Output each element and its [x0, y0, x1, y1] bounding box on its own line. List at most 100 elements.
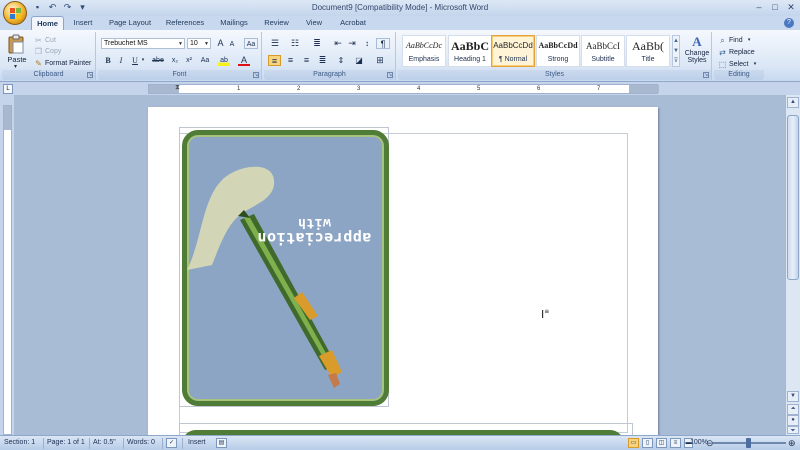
style-heading-1[interactable]: AaBbC Heading 1	[448, 35, 492, 67]
full-screen-reading-icon[interactable]: ▯	[642, 438, 653, 448]
scroll-up-icon[interactable]: ▲	[673, 36, 679, 46]
maximize-icon[interactable]: □	[770, 2, 780, 12]
previous-page-button[interactable]: ⏶	[787, 404, 799, 415]
minimize-icon[interactable]: –	[754, 2, 764, 12]
scroll-down-button[interactable]: ▼	[787, 391, 799, 402]
paste-icon[interactable]	[7, 34, 25, 54]
proofing-icon[interactable]: ✓	[166, 438, 177, 448]
vertical-scrollbar[interactable]: ▲ ▼ ⏶ ● ⏷	[785, 95, 800, 435]
subscript-button[interactable]: x₂	[169, 55, 181, 66]
bullets-icon[interactable]: ☰	[268, 38, 282, 49]
vertical-ruler[interactable]	[0, 95, 14, 435]
change-styles-button[interactable]: A Change Styles	[683, 34, 711, 64]
zoom-slider-thumb[interactable]	[746, 438, 751, 448]
scrollbar-thumb[interactable]	[787, 115, 799, 280]
grow-font-button[interactable]: A	[215, 38, 226, 49]
styles-launcher-icon[interactable]: ↘	[703, 72, 709, 78]
style-strong[interactable]: AaBbCcDd Strong	[536, 35, 580, 67]
close-icon[interactable]: ✕	[786, 2, 796, 12]
next-page-button[interactable]: ⏷	[787, 426, 799, 434]
increase-indent-icon[interactable]: ⇥	[346, 38, 358, 49]
line-spacing-icon[interactable]: ⇕	[334, 55, 348, 66]
font-name-dropdown-icon[interactable]: ▼	[178, 39, 183, 49]
clipboard-launcher-icon[interactable]: ↘	[87, 72, 93, 78]
tab-mailings[interactable]: Mailings	[214, 16, 254, 30]
decrease-indent-icon[interactable]: ⇤	[332, 38, 344, 49]
macro-recording-icon[interactable]: ▤	[216, 438, 227, 448]
justify-icon[interactable]: ≣	[316, 55, 329, 66]
office-button[interactable]	[3, 1, 27, 25]
numbering-icon[interactable]: ☷	[288, 38, 302, 49]
select-browse-object-button[interactable]: ●	[787, 415, 799, 426]
format-painter-button[interactable]: ✎ Format Painter	[34, 58, 91, 68]
shading-icon[interactable]: ◪	[352, 55, 366, 66]
status-page[interactable]: Page: 1 of 1	[47, 439, 85, 446]
cut-button[interactable]: ✂ Cut	[34, 35, 56, 45]
multilevel-list-icon[interactable]: ≣	[310, 38, 324, 49]
shrink-font-button[interactable]: A	[227, 39, 237, 50]
font-size-dropdown-icon[interactable]: ▼	[204, 39, 209, 49]
tab-selector-icon[interactable]: L	[3, 84, 13, 94]
tab-insert[interactable]: Insert	[67, 16, 99, 30]
styles-gallery-scroll[interactable]: ▲ ▼ ⊽	[672, 35, 680, 67]
font-name-box[interactable]: Trebuchet MS ▼	[101, 38, 185, 49]
copy-icon: ❐	[34, 46, 43, 56]
select-icon: ⬚	[718, 59, 727, 69]
tab-acrobat[interactable]: Acrobat	[334, 16, 372, 30]
tab-view[interactable]: View	[299, 16, 329, 30]
help-icon[interactable]: ?	[784, 18, 794, 28]
clear-formatting-button[interactable]: Aa	[244, 38, 258, 49]
show-formatting-icon[interactable]: ¶	[376, 38, 390, 49]
font-launcher-icon[interactable]: ↘	[253, 72, 259, 78]
card-message[interactable]: appreciation with	[257, 215, 371, 247]
font-size-box[interactable]: 10 ▼	[187, 38, 211, 49]
style-subtitle[interactable]: AaBbCcI Subtitle	[581, 35, 625, 67]
more-styles-icon[interactable]: ⊽	[673, 56, 679, 66]
select-button[interactable]: ⬚ Select ▾	[718, 59, 759, 69]
scroll-down-icon[interactable]: ▼	[673, 46, 679, 56]
window-title: Document9 [Compatibility Mode] - Microso…	[311, 3, 489, 12]
outline-view-icon[interactable]: ≡	[670, 438, 681, 448]
status-at[interactable]: At: 0.5"	[93, 439, 116, 446]
copy-button[interactable]: ❐ Copy	[34, 46, 61, 56]
style-emphasis[interactable]: AaBbCcDc Emphasis	[402, 35, 446, 67]
sort-icon[interactable]: ↕	[361, 38, 373, 49]
web-layout-icon[interactable]: ◫	[656, 438, 667, 448]
document-area[interactable]: appreciation with Ι≡	[14, 95, 785, 435]
print-layout-view-icon[interactable]: ▭	[628, 438, 639, 448]
page[interactable]: appreciation with Ι≡	[148, 107, 658, 435]
change-case-button[interactable]: Aa	[198, 55, 212, 66]
style-normal[interactable]: AaBbCcDd ¶ Normal	[491, 35, 535, 67]
replace-button[interactable]: ⇄ Replace	[718, 47, 755, 57]
tab-references[interactable]: References	[161, 16, 209, 30]
paragraph-launcher-icon[interactable]: ↘	[387, 72, 393, 78]
bold-button[interactable]: B	[103, 55, 113, 66]
superscript-button[interactable]: x²	[183, 55, 195, 66]
status-words[interactable]: Words: 0	[127, 439, 155, 446]
ruler-tick: 4	[417, 86, 421, 92]
find-button[interactable]: ⌕ Find ▾	[718, 35, 754, 45]
greeting-card-image[interactable]: appreciation with	[182, 130, 389, 406]
underline-dropdown-icon[interactable]: ▾	[140, 55, 146, 66]
font-color-button[interactable]: A	[238, 55, 250, 66]
italic-button[interactable]: I	[116, 55, 126, 66]
tab-page-layout[interactable]: Page Layout	[104, 16, 156, 30]
paste-dropdown-icon[interactable]: ▾	[14, 63, 17, 70]
underline-button[interactable]: U	[130, 55, 140, 66]
status-mode[interactable]: Insert	[188, 439, 206, 446]
status-bar: Section: 1 Page: 1 of 1 At: 0.5" Words: …	[0, 435, 800, 450]
align-right-icon[interactable]: ≡	[300, 55, 313, 66]
tab-home[interactable]: Home	[31, 16, 64, 30]
indent-marker-icon[interactable]: ⧗	[175, 84, 180, 92]
zoom-in-icon[interactable]: ⊕	[788, 438, 796, 449]
highlight-button[interactable]: ab	[218, 55, 230, 66]
align-left-icon[interactable]: ≡	[268, 55, 281, 66]
tab-review[interactable]: Review	[259, 16, 294, 30]
status-section[interactable]: Section: 1	[4, 439, 35, 446]
strikethrough-button[interactable]: abe	[150, 55, 166, 66]
horizontal-ruler[interactable]: 1 2 3 4 5 6 7 ⧗	[148, 84, 659, 94]
borders-icon[interactable]: ⊞	[372, 55, 388, 66]
align-center-icon[interactable]: ≡	[284, 55, 297, 66]
scroll-up-button[interactable]: ▲	[787, 97, 799, 108]
style-title[interactable]: AaBb( Title	[626, 35, 670, 67]
